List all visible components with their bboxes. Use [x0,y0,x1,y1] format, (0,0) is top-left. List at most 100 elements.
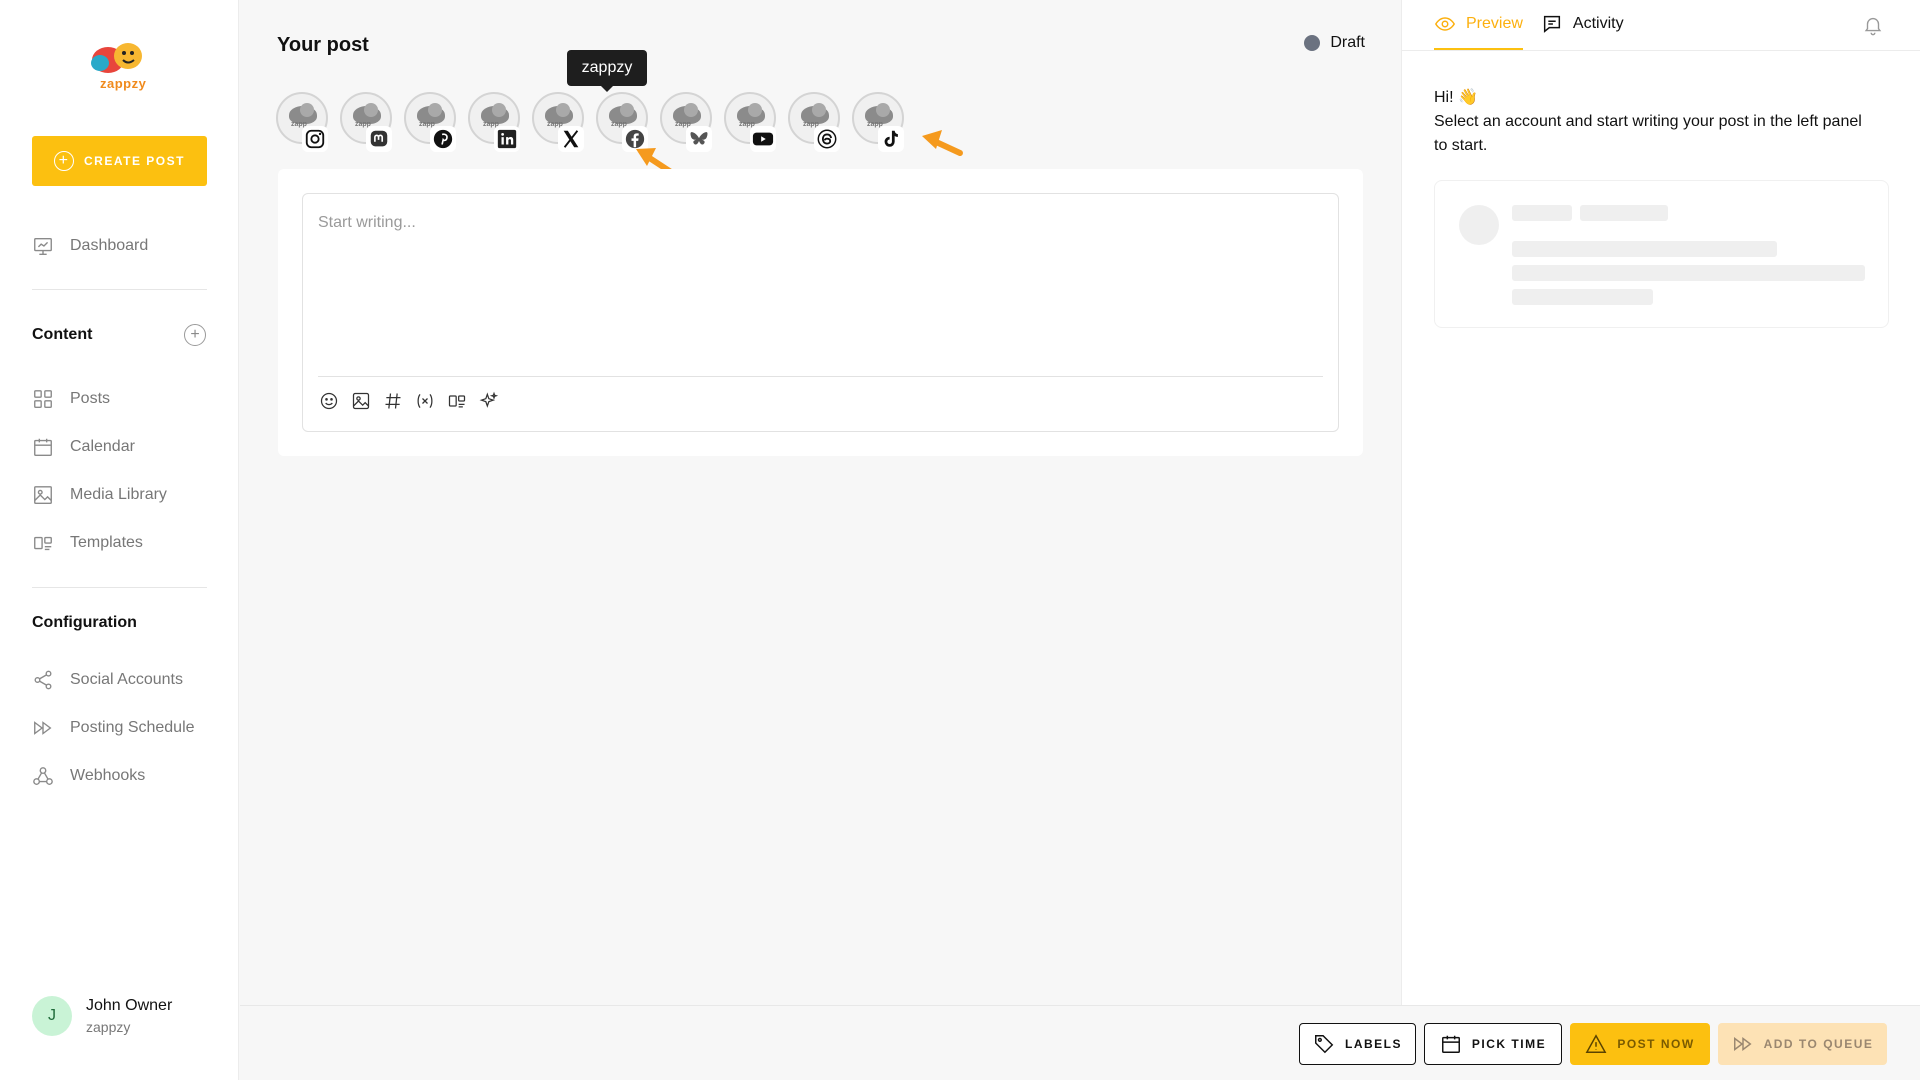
bluesky-icon [690,132,708,145]
skeleton-line [1512,265,1865,281]
tabs-divider [1402,50,1920,51]
tab-activity[interactable]: Activity [1541,0,1624,50]
create-post-label: CREATE POST [84,154,185,168]
dashboard-icon [34,237,52,255]
button-label: ADD TO QUEUE [1763,1037,1874,1051]
sidebar-item-label: Templates [70,534,143,551]
account-avatar-tiktok[interactable]: zapp [852,92,904,152]
image-icon [34,486,52,504]
tab-preview[interactable]: Preview [1434,0,1523,50]
sidebar-item-templates[interactable]: Templates [32,529,143,557]
threads-icon [817,129,837,149]
image-icon[interactable] [350,390,372,412]
sidebar-divider [32,587,207,588]
sidebar-item-label: Calendar [70,438,135,455]
warning-icon [1585,1034,1607,1053]
sidebar-item-label: Social Accounts [70,671,183,688]
sidebar-item-label: Posting Schedule [70,719,195,736]
plus-circle-icon: + [54,151,75,171]
youtube-icon [752,132,774,146]
page-title: Your post [277,34,369,56]
tab-label: Activity [1572,15,1624,32]
sidebar: zappzy + CREATE POST Dashboard Content +… [0,0,239,1080]
action-bar: LABELS PICK TIME POST NOW ADD TO QUEUE [240,1005,1920,1080]
post-editor-panel: Your post Draft zapp zapp zapp zapp zapp… [240,0,1401,1005]
account-avatar-facebook[interactable]: zapp [596,92,648,152]
zappzy-logo[interactable]: zappzy [84,36,156,92]
account-avatar-linkedin[interactable]: zapp [468,92,520,152]
x-icon [563,130,579,148]
ai-sparkle-icon[interactable] [478,390,500,412]
mastodon-icon [370,130,388,147]
user-profile[interactable]: J John Owner zappzy [32,996,172,1036]
fast-forward-icon [1733,1037,1752,1051]
sidebar-item-dashboard[interactable]: Dashboard [32,232,148,260]
variable-icon[interactable] [414,390,436,412]
add-to-queue-button[interactable]: ADD TO QUEUE [1718,1023,1887,1065]
status-label: Draft [1330,34,1365,51]
account-avatar-instagram[interactable]: zapp [276,92,328,152]
create-post-button[interactable]: + CREATE POST [32,136,207,186]
comment-icon [1543,15,1560,33]
fast-forward-icon [34,721,52,735]
avatar: J [32,996,72,1036]
sidebar-item-webhooks[interactable]: Webhooks [32,762,145,790]
user-org: zappzy [86,1019,131,1035]
calendar-icon [1441,1035,1460,1053]
account-avatar-youtube[interactable]: zapp [724,92,776,152]
editor-toolbar [318,390,500,412]
preview-greeting: Hi! 👋 Select an account and start writin… [1434,86,1874,158]
user-name: John Owner [86,997,173,1014]
configuration-section-title: Configuration [32,614,137,631]
logo-text: zappzy [100,76,147,91]
sidebar-item-media-library[interactable]: Media Library [32,481,167,509]
account-avatar-mastodon[interactable]: zapp [340,92,392,152]
pick-time-button[interactable]: PICK TIME [1424,1023,1562,1065]
account-avatar-x[interactable]: zapp [532,92,584,152]
button-label: PICK TIME [1471,1037,1547,1051]
button-label: POST NOW [1617,1037,1695,1051]
webhook-icon [33,767,53,785]
calendar-icon [34,438,52,456]
sidebar-item-posts[interactable]: Posts [32,385,110,413]
template-icon [34,536,52,551]
share-icon [34,670,52,690]
template-icon[interactable] [446,390,468,412]
sidebar-item-social-accounts[interactable]: Social Accounts [32,666,183,694]
skeleton-line [1512,241,1777,257]
button-label: LABELS [1345,1037,1402,1051]
account-tooltip: zappzy [567,50,647,92]
editor-divider [318,376,1323,377]
post-text-editor[interactable]: Start writing... [302,193,1339,432]
status-badge: Draft [1304,34,1365,52]
sidebar-item-posting-schedule[interactable]: Posting Schedule [32,714,195,742]
skeleton-avatar [1459,205,1499,245]
tiktok-icon [884,130,898,147]
sidebar-item-label: Dashboard [70,237,149,254]
post-preview-skeleton [1434,180,1889,328]
account-avatar-pinterest[interactable]: zapp [404,92,456,152]
pinterest-icon [433,129,453,149]
bell-icon[interactable] [1862,14,1884,36]
labels-button[interactable]: LABELS [1299,1023,1416,1065]
arrow-pointer-icon [922,130,963,156]
skeleton-line [1512,289,1653,305]
tag-icon [1315,1035,1334,1054]
editor-card: Start writing... [278,169,1363,456]
emoji-icon[interactable] [318,390,340,412]
account-avatar-bluesky[interactable]: zapp [660,92,712,152]
instagram-icon [305,129,325,149]
post-now-button[interactable]: POST NOW [1570,1023,1710,1065]
skeleton-line [1580,205,1668,221]
greeting-line: Select an account and start writing your… [1434,113,1862,154]
sidebar-item-label: Webhooks [70,767,146,784]
status-dot-icon [1304,35,1321,51]
sidebar-item-calendar[interactable]: Calendar [32,433,135,461]
hashtag-icon[interactable] [382,390,404,412]
editor-placeholder: Start writing... [318,214,416,231]
account-avatar-threads[interactable]: zapp [788,92,840,152]
content-section-title: Content [32,326,93,343]
add-content-icon[interactable]: + [184,324,206,346]
sidebar-item-label: Posts [70,390,111,407]
sidebar-divider [32,289,207,290]
